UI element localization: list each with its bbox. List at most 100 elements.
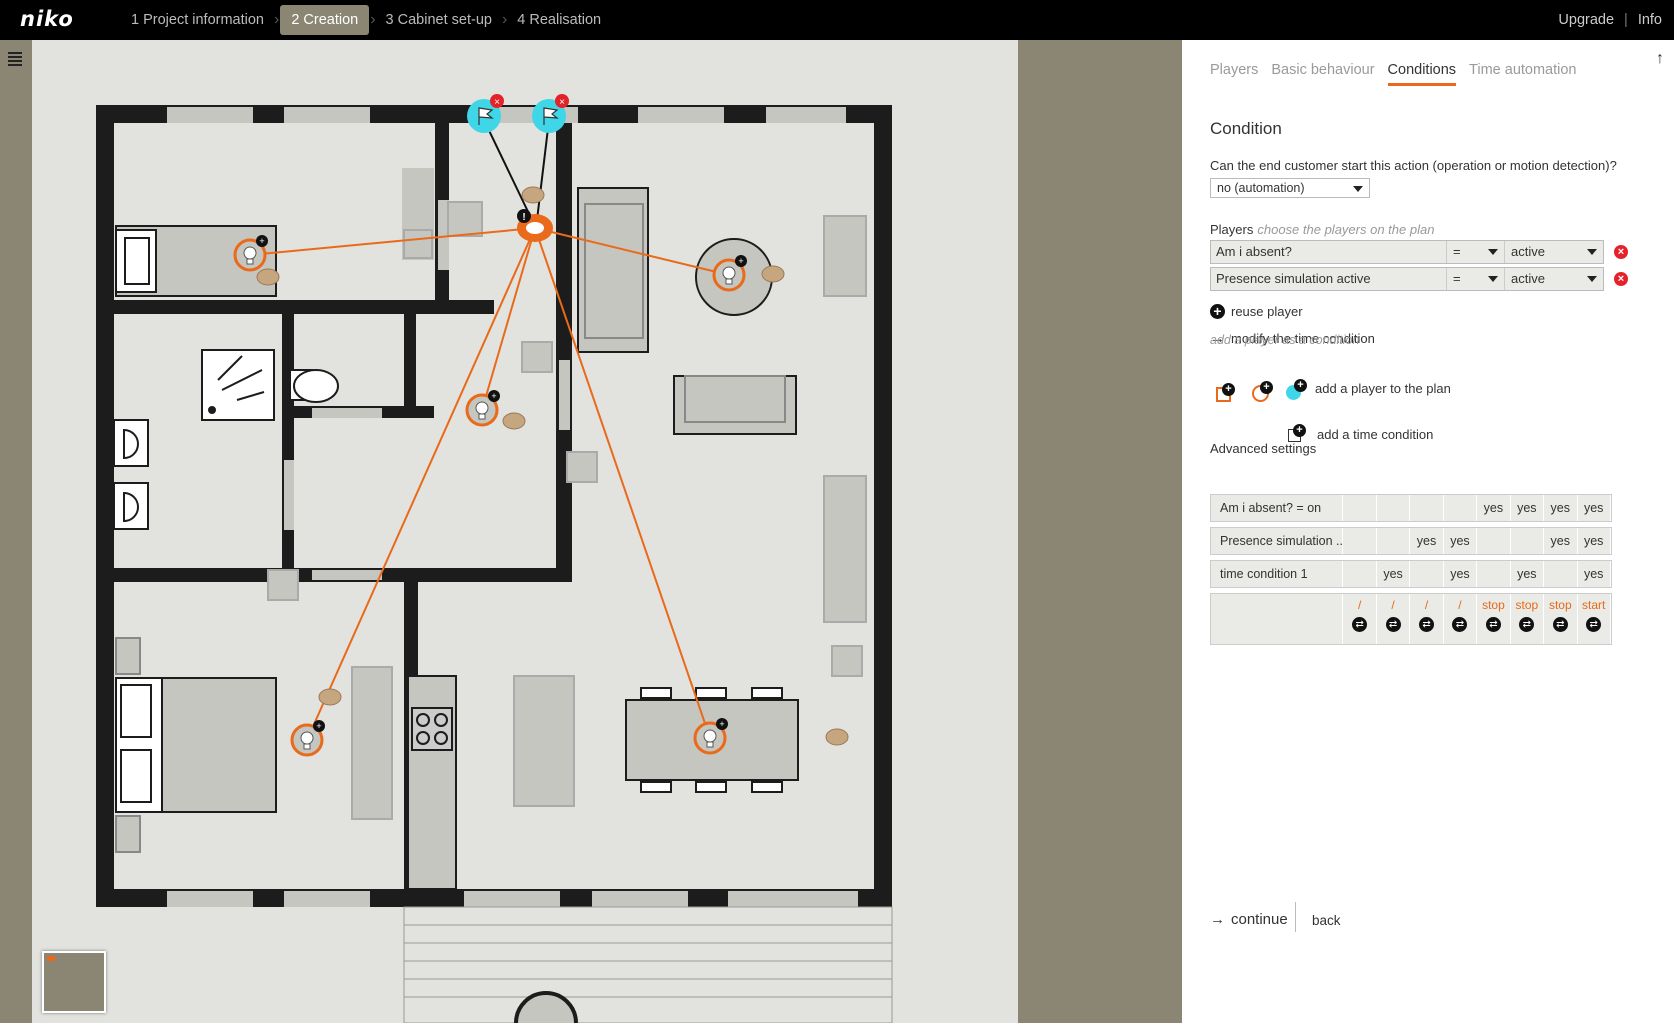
player-name[interactable]: Presence simulation active (1211, 268, 1447, 290)
tab-time-automation[interactable]: Time automation (1469, 62, 1576, 86)
advanced-cell[interactable] (1410, 561, 1444, 587)
advanced-row: Am i absent? = on yes yes yes yes (1210, 494, 1612, 522)
action-cell[interactable]: stop ⇄ (1477, 594, 1511, 644)
step-creation[interactable]: 2 Creation (280, 5, 370, 35)
players-hint: choose the players on the plan (1257, 222, 1435, 237)
arrow-right-icon: → (1210, 911, 1225, 928)
advanced-action-row: / ⇄ / ⇄ / ⇄ / ⇄ stop ⇄ stop ⇄ stop ⇄ start ⇄ (1210, 593, 1612, 645)
add-player-to-plan-link[interactable]: add a player to the plan (1315, 381, 1451, 396)
value-text: active (1511, 244, 1545, 259)
value-select[interactable]: active (1505, 241, 1603, 263)
tab-basic-behaviour[interactable]: Basic behaviour (1271, 62, 1374, 86)
advanced-cell[interactable]: yes (1410, 528, 1444, 554)
cycle-icon: ⇄ (1419, 617, 1435, 632)
advanced-cell[interactable] (1377, 495, 1411, 521)
add-time-condition-label: add a time condition (1317, 427, 1434, 442)
continue-button[interactable]: → continue (1210, 911, 1288, 928)
start-question: Can the end customer start this action (… (1210, 158, 1617, 173)
top-navigation-bar: niko 1 Project information › 2 Creation … (0, 0, 1674, 40)
collapse-arrow-icon[interactable]: ↑ (1656, 50, 1664, 68)
tab-players[interactable]: Players (1210, 62, 1258, 86)
reuse-player-button[interactable]: + reuse player (1210, 304, 1303, 319)
start-mode-value: no (automation) (1217, 181, 1305, 195)
advanced-cell[interactable]: yes (1477, 495, 1511, 521)
advanced-cell[interactable]: yes (1511, 561, 1545, 587)
advanced-cell[interactable] (1444, 495, 1478, 521)
action-label: stop (1548, 598, 1572, 612)
advanced-cell[interactable]: yes (1444, 528, 1478, 554)
action-label: / (1458, 598, 1462, 612)
menu-icon[interactable] (8, 52, 22, 67)
cycle-icon: ⇄ (1552, 617, 1568, 632)
svg-text:×: × (494, 97, 500, 108)
reuse-player-label: reuse player (1231, 304, 1303, 319)
action-cell[interactable]: stop ⇄ (1511, 594, 1545, 644)
advanced-cell[interactable] (1410, 495, 1444, 521)
start-mode-select[interactable]: no (automation) (1210, 178, 1370, 198)
value-select[interactable]: active (1505, 268, 1603, 290)
chevron-right-icon: › (273, 11, 280, 28)
add-time-condition-link[interactable]: add a time condition (1317, 427, 1433, 442)
advanced-cell[interactable]: yes (1578, 495, 1611, 521)
advanced-cell[interactable] (1511, 528, 1545, 554)
action-label: / (1391, 598, 1395, 612)
step-cabinet-setup[interactable]: 3 Cabinet set-up (377, 7, 501, 33)
action-cell[interactable]: / ⇄ (1410, 594, 1444, 644)
canvas-margin (1018, 40, 1182, 1023)
action-cell[interactable]: start ⇄ (1578, 594, 1611, 644)
central-controller-icon: ! (517, 209, 553, 242)
tab-conditions[interactable]: Conditions (1387, 62, 1457, 86)
player-name[interactable]: Am i absent? (1211, 241, 1447, 263)
advanced-row-label: Am i absent? = on (1211, 495, 1344, 521)
operator-value: = (1453, 271, 1461, 286)
player-condition-row: Am i absent? = active (1210, 240, 1604, 264)
operator-select[interactable]: = (1447, 241, 1505, 263)
advanced-cell[interactable]: yes (1444, 561, 1478, 587)
wizard-steps: 1 Project information › 2 Creation › 3 C… (122, 0, 610, 40)
action-cell[interactable]: stop ⇄ (1544, 594, 1578, 644)
divider: | (1624, 12, 1628, 28)
advanced-cell[interactable]: yes (1544, 528, 1578, 554)
cycle-icon: ⇄ (1519, 617, 1535, 632)
action-cell[interactable]: / ⇄ (1444, 594, 1478, 644)
chevron-down-icon (1353, 186, 1363, 192)
advanced-cell[interactable]: yes (1511, 495, 1545, 521)
advanced-cell[interactable]: yes (1544, 495, 1578, 521)
action-cell[interactable]: / ⇄ (1377, 594, 1411, 644)
advanced-cell[interactable]: yes (1578, 561, 1611, 587)
cycle-icon: ⇄ (1485, 617, 1501, 632)
advanced-cell[interactable] (1343, 561, 1377, 587)
advanced-cell[interactable] (1477, 561, 1511, 587)
add-flag-player-icon[interactable]: + (1286, 379, 1307, 400)
upgrade-link[interactable]: Upgrade (1558, 12, 1614, 28)
action-label: stop (1515, 598, 1539, 612)
svg-text:!: ! (522, 212, 525, 223)
svg-text:+: + (719, 719, 724, 729)
advanced-cell[interactable] (1544, 561, 1578, 587)
advanced-cell[interactable]: yes (1377, 561, 1411, 587)
minimap-thumbnail[interactable] (42, 951, 106, 1013)
info-link[interactable]: Info (1638, 12, 1662, 28)
step-project-information[interactable]: 1 Project information (122, 7, 273, 33)
advanced-cell[interactable] (1377, 528, 1411, 554)
operator-select[interactable]: = (1447, 268, 1505, 290)
advanced-row-label: time condition 1 (1211, 561, 1344, 587)
floor-plan-canvas[interactable]: ! + + + + + × × (32, 40, 1018, 1023)
advanced-cell[interactable] (1343, 528, 1377, 554)
advanced-cell[interactable] (1343, 495, 1377, 521)
advanced-cell[interactable] (1477, 528, 1511, 554)
add-light-player-icon[interactable]: + (1252, 381, 1273, 402)
chevron-down-icon (1587, 276, 1597, 282)
action-cell[interactable]: / ⇄ (1343, 594, 1377, 644)
svg-text:+: + (738, 256, 743, 266)
add-player-plan-label: add a player to the plan (1315, 381, 1451, 396)
advanced-cell[interactable]: yes (1578, 528, 1611, 554)
chevron-right-icon: › (501, 11, 508, 28)
add-switch-player-icon[interactable]: + (1216, 383, 1235, 402)
action-label: / (1424, 598, 1429, 612)
section-heading: Condition (1210, 119, 1282, 138)
step-realisation[interactable]: 4 Realisation (508, 7, 610, 33)
back-button[interactable]: back (1312, 913, 1341, 928)
remove-condition-icon[interactable]: × (1614, 245, 1628, 259)
remove-condition-icon[interactable]: × (1614, 272, 1628, 286)
